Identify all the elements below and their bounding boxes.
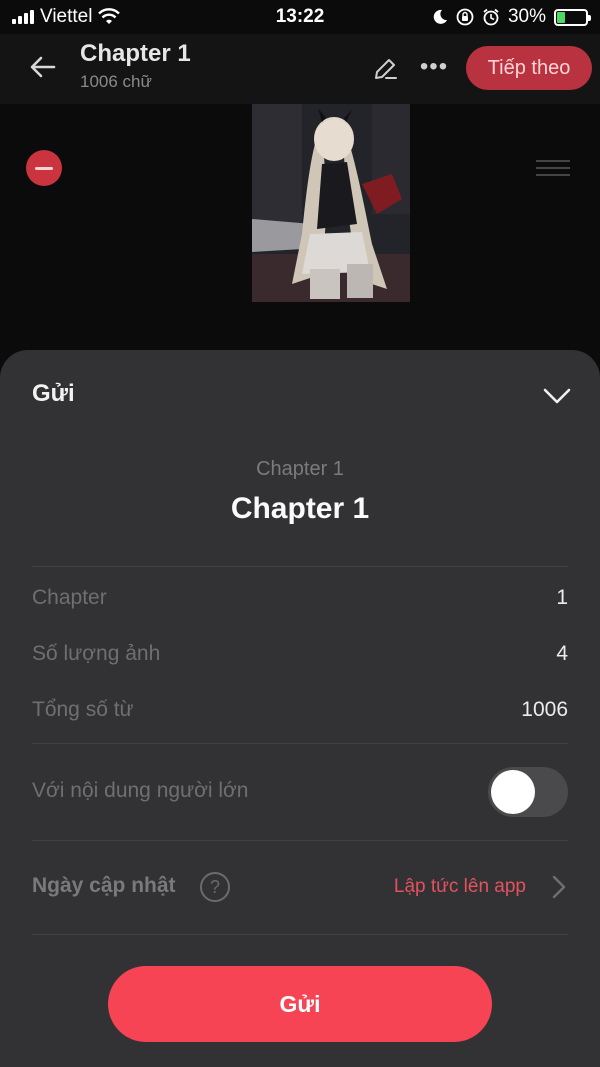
adult-content-label: Với nội dung người lớn xyxy=(32,779,249,802)
divider xyxy=(32,840,568,841)
pencil-icon[interactable] xyxy=(370,54,400,84)
anime-illustration xyxy=(252,104,410,302)
info-row-chapter: Chapter 1 xyxy=(32,586,568,610)
remove-image-button[interactable] xyxy=(26,150,62,186)
chevron-down-icon[interactable] xyxy=(540,378,574,412)
sheet-title: Gửi xyxy=(32,380,75,407)
rotation-lock-icon xyxy=(456,8,474,26)
page-title: Chapter 1 xyxy=(80,40,191,67)
info-row-image-count: Số lượng ảnh 4 xyxy=(32,642,568,666)
battery-charging-icon xyxy=(554,8,591,26)
chapter-header: Chapter 1 1006 chữ ••• Tiếp theo xyxy=(0,34,600,104)
chapter-image[interactable] xyxy=(252,104,410,302)
alarm-icon xyxy=(483,8,499,26)
row-value: 1 xyxy=(556,586,568,609)
battery-fill xyxy=(557,11,566,23)
next-chapter-button[interactable]: Tiếp theo xyxy=(466,46,592,90)
title-block: Chapter 1 1006 chữ xyxy=(80,40,191,92)
word-count: 1006 chữ xyxy=(80,72,152,91)
row-value: 4 xyxy=(556,642,568,665)
divider xyxy=(32,566,568,567)
chevron-right-icon xyxy=(552,875,566,899)
toggle-knob xyxy=(491,770,535,814)
moon-icon xyxy=(433,9,447,24)
update-date-value: Lập tức lên app xyxy=(393,876,526,897)
help-icon[interactable]: ? xyxy=(200,872,230,902)
submit-button[interactable]: Gửi xyxy=(108,966,492,1042)
status-right: 30% xyxy=(432,6,591,28)
chapter-content xyxy=(0,104,600,364)
row-label: Số lượng ảnh xyxy=(32,642,161,665)
publish-sheet: Gửi Chapter 1 Chapter 1 Chapter 1 Số lượ… xyxy=(0,350,600,1067)
row-value: 1006 xyxy=(521,698,568,721)
update-date-label: Ngày cập nhật xyxy=(32,874,176,897)
minus-icon xyxy=(35,166,53,170)
back-arrow-icon[interactable] xyxy=(26,50,60,84)
divider xyxy=(32,743,568,744)
row-label: Chapter xyxy=(32,586,107,609)
battery-percent: 30% xyxy=(507,6,546,27)
update-date-row[interactable]: Ngày cập nhật ? Lập tức lên app xyxy=(32,870,568,904)
more-options-button[interactable]: ••• xyxy=(416,52,452,82)
chapter-subtitle: Chapter 1 xyxy=(256,458,344,480)
info-row-word-count: Tổng số từ 1006 xyxy=(32,698,568,722)
divider xyxy=(32,934,568,935)
adult-content-toggle[interactable] xyxy=(488,767,568,817)
status-bar: Viettel 13:22 30% xyxy=(0,0,600,34)
chapter-title: Chapter 1 xyxy=(230,492,370,525)
drag-handle-icon[interactable] xyxy=(536,160,570,176)
row-label: Tổng số từ xyxy=(32,698,134,721)
